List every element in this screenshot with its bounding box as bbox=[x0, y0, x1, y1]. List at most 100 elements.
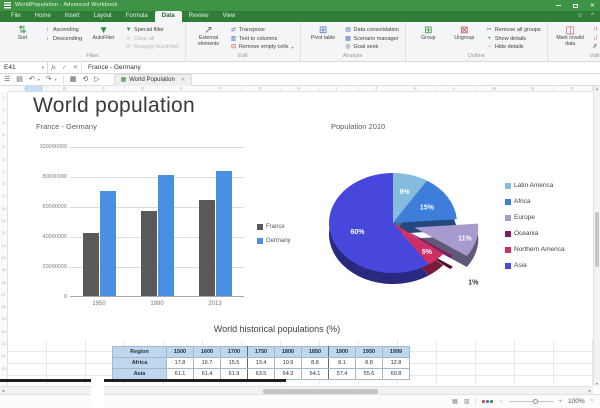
refresh-icon[interactable]: ⟲ bbox=[82, 74, 88, 86]
table-cell[interactable]: 61.1 bbox=[167, 369, 194, 380]
text-to-columns-button[interactable]: ▥Text to columns bbox=[230, 36, 294, 43]
zoom-slider[interactable] bbox=[509, 401, 553, 402]
column-header-a[interactable]: A bbox=[24, 86, 27, 92]
table-cell[interactable]: Africa bbox=[113, 358, 167, 369]
table-cell[interactable]: 16.7 bbox=[194, 358, 221, 369]
column-header-g[interactable]: G bbox=[258, 86, 262, 92]
formula-input[interactable]: France - Germany bbox=[81, 62, 600, 74]
row-header-17[interactable]: 17 bbox=[0, 289, 7, 301]
table-header-cell[interactable]: 1850 bbox=[302, 347, 329, 358]
next-invalid-cell-button[interactable]: ↓!Next invalid cell bbox=[592, 36, 600, 43]
remove-all-groups-button[interactable]: ✂Remove all groups bbox=[486, 27, 541, 34]
table-header-cell[interactable]: 1700 bbox=[221, 347, 248, 358]
accept-button[interactable]: ✓ bbox=[59, 62, 70, 74]
collapse-ribbon-icon[interactable]: ^ bbox=[591, 11, 594, 22]
transpose-button[interactable]: ⇄Transpose bbox=[230, 27, 294, 34]
row-header-14[interactable]: 14 bbox=[0, 252, 7, 264]
grid-view-icon[interactable]: ▦ bbox=[452, 398, 458, 405]
column-header-j[interactable]: J bbox=[375, 86, 377, 92]
table-cell[interactable]: 8.1 bbox=[329, 358, 356, 369]
table-header-cell[interactable]: 1950 bbox=[356, 347, 383, 358]
ascending-button[interactable]: ↑Ascending bbox=[44, 27, 82, 34]
reapply-autofilter-button[interactable]: ⟳Reapply AutoFilter bbox=[125, 44, 179, 51]
pie-chart[interactable]: Population 2010 9%15%11%1%5%60% Latin Am… bbox=[328, 120, 595, 325]
name-box[interactable]: E41 ▾ bbox=[0, 62, 48, 74]
vertical-scrollbar[interactable]: ▴ ▾ bbox=[593, 86, 600, 386]
table-cell[interactable]: 8.8 bbox=[302, 358, 329, 369]
previous-invalid-cell-button[interactable]: ↑!Previous invalid cell bbox=[592, 27, 600, 34]
row-header-21[interactable]: 21 bbox=[0, 338, 7, 350]
table-cell[interactable]: 8.8 bbox=[356, 358, 383, 369]
undo-button[interactable]: ↶ bbox=[29, 74, 35, 86]
row-header-6[interactable]: 6 bbox=[0, 154, 7, 166]
column-header-m[interactable]: M bbox=[492, 86, 496, 92]
status-expand-icon[interactable]: ^ bbox=[591, 399, 593, 405]
table-cell[interactable]: 61.9 bbox=[221, 369, 248, 380]
column-header-n[interactable]: N bbox=[531, 86, 534, 92]
page-view-icon[interactable]: ▥ bbox=[464, 398, 470, 405]
close-tab-icon[interactable]: ✕ bbox=[181, 77, 185, 83]
table-cell[interactable]: 15.5 bbox=[221, 358, 248, 369]
row-header-22[interactable]: 22 bbox=[0, 350, 7, 362]
table-cell[interactable]: 60.8 bbox=[383, 369, 410, 380]
row-header-9[interactable]: 9 bbox=[0, 190, 7, 202]
sheet-area[interactable]: World population France - Germany 100000… bbox=[0, 86, 593, 386]
table-header-cell[interactable]: 1600 bbox=[194, 347, 221, 358]
zoom-out-icon[interactable]: − bbox=[499, 399, 503, 405]
table-cell[interactable]: 17.8 bbox=[167, 358, 194, 369]
hide-details-button[interactable]: −Hide details bbox=[486, 44, 541, 51]
column-header-e[interactable]: E bbox=[180, 86, 183, 92]
table-cell[interactable]: 63.5 bbox=[248, 369, 275, 380]
document-tab[interactable]: ▦ World Population ✕ bbox=[114, 74, 192, 86]
sort-button[interactable]: ⇅Sort bbox=[6, 25, 39, 52]
group-button[interactable]: ⊞Group bbox=[412, 25, 445, 52]
close-icon[interactable]: ✕ bbox=[590, 3, 595, 9]
row-header-4[interactable]: 4 bbox=[0, 129, 7, 141]
external-elements-button[interactable]: ↗External elements bbox=[192, 25, 225, 52]
zoom-slider-knob[interactable] bbox=[533, 399, 538, 404]
column-header-d[interactable]: D bbox=[141, 86, 144, 92]
tab-layout[interactable]: Layout bbox=[87, 11, 119, 22]
scenario-manager-button[interactable]: ▦Scenario manager bbox=[345, 36, 399, 43]
tab-home[interactable]: Home bbox=[28, 11, 58, 22]
column-header-l[interactable]: L bbox=[453, 86, 456, 92]
table-cell[interactable]: 12.8 bbox=[383, 358, 410, 369]
table-cell[interactable]: 55.6 bbox=[356, 369, 383, 380]
data-consolidation-button[interactable]: ▤Data consolidation bbox=[345, 27, 399, 34]
show-details-button[interactable]: +Show details bbox=[486, 36, 541, 43]
preview-icon[interactable]: ▷ bbox=[94, 74, 99, 86]
tab-review[interactable]: Review bbox=[182, 11, 216, 22]
print-icon[interactable]: ▦ bbox=[70, 74, 77, 86]
column-header-b[interactable]: B bbox=[63, 86, 66, 92]
column-header-f[interactable]: F bbox=[219, 86, 222, 92]
name-box-dropdown-icon[interactable]: ▾ bbox=[42, 65, 44, 71]
horizontal-scroll-thumb[interactable] bbox=[263, 389, 378, 394]
maximize-icon[interactable] bbox=[573, 4, 578, 8]
mark-invalid-data-button[interactable]: ◫Mark invalid data bbox=[554, 25, 587, 52]
table-cell[interactable]: 64.1 bbox=[302, 369, 329, 380]
pivot-table-button[interactable]: ⊞Pivot table bbox=[307, 25, 340, 52]
column-header-i[interactable]: I bbox=[336, 86, 337, 92]
descending-button[interactable]: ↓Descending bbox=[44, 36, 82, 43]
table-cell[interactable]: 10.9 bbox=[275, 358, 302, 369]
remove-marks-button[interactable]: ✗Remove marks bbox=[592, 44, 600, 51]
tab-file[interactable]: File bbox=[4, 11, 28, 22]
row-header-3[interactable]: 3 bbox=[0, 117, 7, 129]
remove-empty-cells-button[interactable]: ⊟Remove empty cells▾ bbox=[230, 44, 294, 51]
scroll-down-icon[interactable]: ▾ bbox=[594, 381, 600, 386]
column-header-c[interactable]: C bbox=[102, 86, 105, 92]
row-header-2[interactable]: 2 bbox=[0, 104, 7, 116]
bar-chart[interactable]: France - Germany 10000000080000000600000… bbox=[33, 120, 313, 325]
row-header-12[interactable]: 12 bbox=[0, 227, 7, 239]
vertical-scroll-thumb[interactable] bbox=[595, 212, 599, 267]
zoom-in-icon[interactable]: + bbox=[559, 399, 563, 405]
table-cell[interactable]: 61.4 bbox=[194, 369, 221, 380]
special-filter-button[interactable]: ▼Special filter bbox=[125, 27, 179, 34]
table-cell[interactable]: 13.4 bbox=[248, 358, 275, 369]
tab-data[interactable]: Data bbox=[155, 11, 182, 22]
row-header-19[interactable]: 19 bbox=[0, 313, 7, 325]
table-cell[interactable]: 64.3 bbox=[275, 369, 302, 380]
row-header-13[interactable]: 13 bbox=[0, 240, 7, 252]
row-header[interactable]: 123456789101112131415161718192021222324 bbox=[0, 92, 8, 386]
row-header-18[interactable]: 18 bbox=[0, 301, 7, 313]
